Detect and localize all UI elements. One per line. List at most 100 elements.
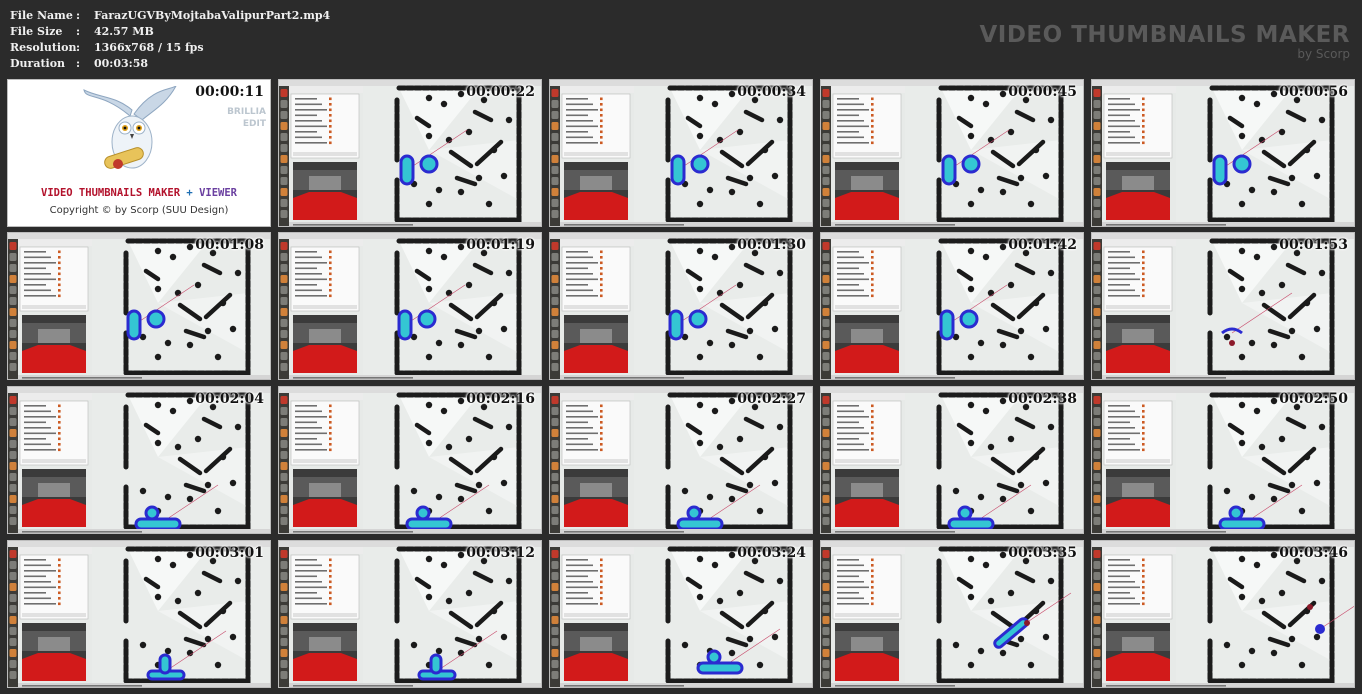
info-key: File Name	[10, 9, 73, 22]
map-obstacle	[1027, 200, 1035, 208]
map-obstacle	[1288, 481, 1296, 489]
launcher-app-icon	[280, 473, 288, 481]
display-item	[566, 103, 593, 106]
display-item	[1108, 109, 1140, 111]
display-item	[837, 427, 864, 429]
launcher-app-icon	[9, 308, 17, 316]
map-obstacle	[440, 407, 448, 415]
map-obstacle	[234, 577, 242, 585]
launcher-app-icon	[551, 649, 559, 657]
display-checkbox	[871, 564, 874, 567]
video-thumbnail[interactable]: 00:03:12	[278, 540, 542, 688]
logo-thumbnail[interactable]: BRILLIA EDIT VIDEO THUMBNAILS MAKER + VIE…	[7, 79, 271, 227]
video-thumbnail[interactable]: 00:02:38	[820, 386, 1084, 534]
display-item	[1108, 581, 1135, 583]
launcher-app-icon	[822, 440, 830, 448]
display-item	[24, 449, 56, 451]
display-checkbox	[1142, 272, 1145, 276]
map-obstacle	[485, 353, 493, 361]
map-obstacle	[967, 94, 975, 102]
launcher-app-icon	[551, 177, 559, 185]
video-thumbnail[interactable]: 00:00:22	[278, 79, 542, 227]
video-thumbnail[interactable]: 00:01:19	[278, 232, 542, 380]
camera-far-wall	[309, 637, 341, 651]
launcher-app-icon	[280, 188, 288, 196]
map-obstacle	[425, 94, 433, 102]
info-row-duration: Duration:00:03:58	[10, 56, 330, 72]
display-item	[295, 427, 322, 429]
costmap-region	[957, 505, 973, 521]
map-obstacle	[139, 641, 147, 649]
launcher-app-icon	[551, 506, 559, 514]
display-item	[24, 405, 46, 407]
video-thumbnail[interactable]: 00:00:34	[549, 79, 813, 227]
map-obstacle	[174, 289, 182, 297]
map-obstacle	[1288, 327, 1296, 335]
display-checkbox	[871, 421, 874, 424]
video-thumbnail[interactable]: 00:03:35	[820, 540, 1084, 688]
display-item	[837, 443, 864, 446]
camera-far-wall	[851, 329, 883, 343]
video-thumbnail[interactable]: 00:00:45	[820, 79, 1084, 227]
launcher-app-icon	[1093, 133, 1101, 141]
display-item	[837, 295, 869, 297]
display-item	[295, 597, 322, 600]
launcher-app-icon	[1093, 418, 1101, 426]
launcher-app-icon	[280, 330, 288, 338]
launcher-app-icon	[822, 649, 830, 657]
display-checkbox	[329, 569, 332, 573]
map-obstacle	[967, 401, 975, 409]
display-checkbox	[329, 426, 332, 430]
map-obstacle	[982, 253, 990, 261]
camera-red-floor	[835, 192, 899, 220]
panel-buttons	[1106, 459, 1170, 463]
display-item	[566, 284, 588, 286]
launcher-app-icon	[822, 638, 830, 646]
display-checkbox	[1142, 564, 1145, 567]
map-obstacle	[457, 341, 465, 349]
map-obstacle	[440, 100, 448, 108]
launcher-app-icon	[1093, 572, 1101, 580]
launcher-app-icon	[280, 495, 288, 503]
video-thumbnail[interactable]: 00:02:16	[278, 386, 542, 534]
map-obstacle	[425, 439, 433, 447]
camera-far-wall	[1122, 637, 1154, 651]
launcher-app-icon	[9, 407, 17, 415]
launcher-app-icon	[551, 583, 559, 591]
map-obstacle	[425, 132, 433, 140]
copyright-text: Copyright © by Scorp (SUU Design)	[49, 205, 229, 216]
video-thumbnail[interactable]: 00:00:56	[1091, 79, 1355, 227]
video-thumbnail[interactable]: 00:03:24	[549, 540, 813, 688]
launcher-app-icon	[551, 638, 559, 646]
launcher-app-icon	[822, 155, 830, 163]
info-colon: :	[76, 25, 81, 38]
map-obstacle	[1278, 589, 1286, 597]
launcher-app-icon	[9, 660, 17, 668]
display-item	[1108, 597, 1135, 600]
costmap-region	[668, 309, 684, 341]
video-thumbnail[interactable]: 00:03:01	[7, 540, 271, 688]
video-thumbnail[interactable]: 00:01:30	[549, 232, 813, 380]
launcher-app-icon	[1093, 264, 1101, 272]
launcher-app-icon	[1093, 440, 1101, 448]
video-thumbnail[interactable]: 00:02:04	[7, 386, 271, 534]
costmap-region	[417, 309, 437, 329]
map-obstacle	[1270, 188, 1278, 196]
map-obstacle	[457, 495, 465, 503]
robot-marker	[1229, 340, 1235, 346]
video-thumbnail[interactable]: 00:01:53	[1091, 232, 1355, 380]
video-thumbnail[interactable]: 00:03:46	[1091, 540, 1355, 688]
video-thumbnail[interactable]: 00:02:50	[1091, 386, 1355, 534]
video-thumbnail[interactable]: 00:01:08	[7, 232, 271, 380]
launcher-app-icon	[822, 572, 830, 580]
launcher-app-icon	[551, 308, 559, 316]
video-thumbnail[interactable]: 00:01:42	[820, 232, 1084, 380]
video-thumbnail[interactable]: 00:02:27	[549, 386, 813, 534]
display-item	[566, 575, 588, 578]
costmap-region	[947, 517, 995, 531]
map-obstacle	[1017, 174, 1025, 182]
plus-label: +	[186, 187, 193, 199]
launcher-app-icon	[1093, 144, 1101, 152]
launcher-app-icon	[280, 506, 288, 514]
launcher-app-icon	[551, 473, 559, 481]
